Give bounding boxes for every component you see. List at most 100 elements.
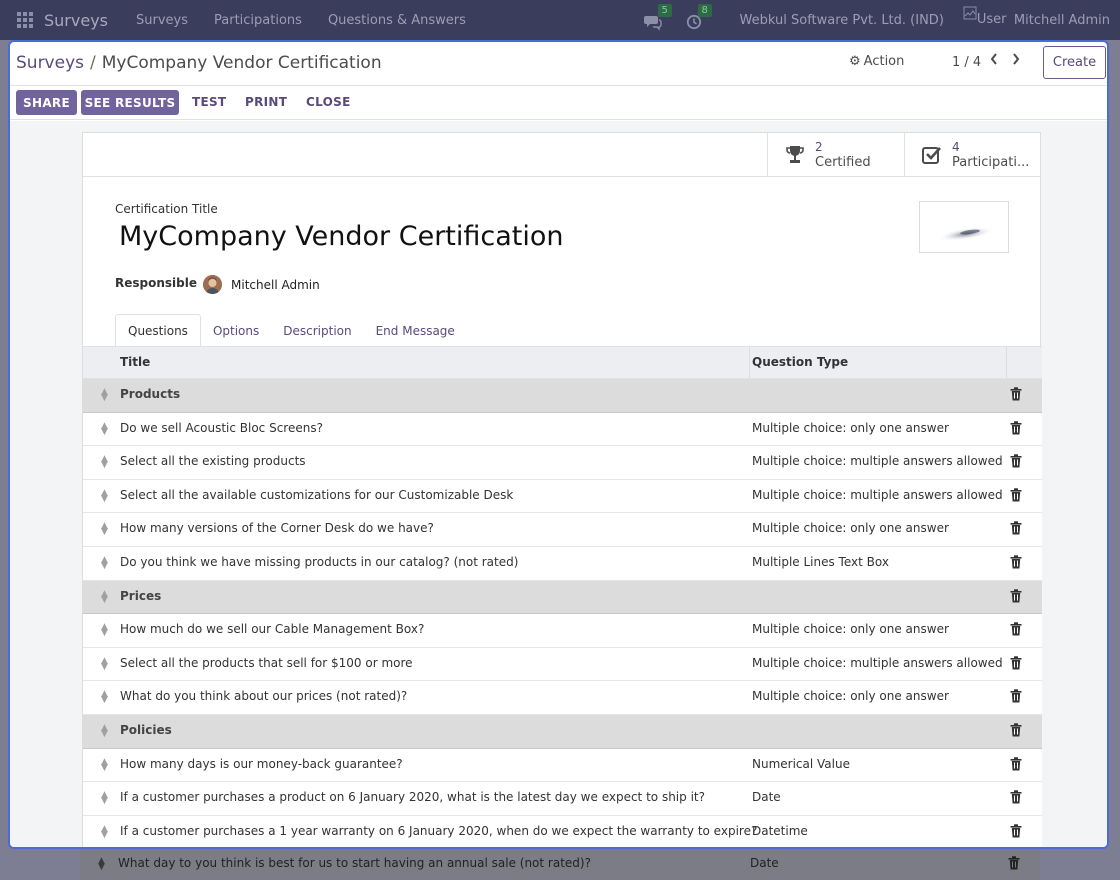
row-question-type: Multiple choice: only one answer: [752, 420, 949, 435]
delete-row-icon[interactable]: [1010, 387, 1022, 401]
create-button[interactable]: Create: [1043, 46, 1106, 79]
question-row[interactable]: ▲ ▼ How many days is our money-back guaran…: [83, 748, 1042, 783]
trophy-icon: [786, 145, 804, 163]
company-switcher[interactable]: Webkul Software Pvt. Ltd. (IND): [740, 13, 944, 28]
menu-surveys[interactable]: Surveys: [136, 13, 188, 28]
top-navbar: Surveys Surveys Participations Questions…: [0, 0, 1120, 40]
column-question-type-header[interactable]: Question Type: [752, 355, 848, 369]
question-row[interactable]: ▲ ▼ Do we sell Acoustic Bloc Screens? Multi…: [83, 412, 1042, 447]
drag-handle-icon[interactable]: ▲ ▼: [100, 488, 109, 503]
test-button[interactable]: TEST: [192, 95, 226, 109]
delete-row-icon[interactable]: [1010, 622, 1022, 636]
menu-participations[interactable]: Participations: [214, 13, 302, 28]
form-sheet: 2 Certified 4 Participati... Certificati…: [82, 132, 1042, 847]
delete-row-icon[interactable]: [1010, 420, 1022, 435]
row-title: Prices: [120, 588, 162, 603]
survey-background-image[interactable]: [919, 201, 1009, 253]
question-row[interactable]: ▲ ▼ Do you think we have missing products …: [83, 546, 1042, 581]
title-field-label: Certification Title: [115, 202, 218, 216]
delete-row-icon[interactable]: [1010, 689, 1022, 703]
form-background: 2 Certified 4 Participati... Certificati…: [10, 121, 1107, 847]
delete-row-icon[interactable]: [1010, 656, 1022, 670]
question-row[interactable]: ▲ ▼ If a customer purchases a product on 6…: [83, 782, 1042, 816]
delete-row-icon[interactable]: [1010, 454, 1022, 468]
delete-row-icon[interactable]: [1010, 723, 1022, 737]
delete-row-icon[interactable]: [1010, 588, 1022, 603]
user-menu-name[interactable]: Mitchell Admin: [1014, 13, 1110, 28]
tab-questions[interactable]: Questions: [115, 314, 201, 347]
column-divider: [1006, 347, 1007, 379]
pager-value[interactable]: 1 / 4: [952, 55, 981, 70]
row-title: If a customer purchases a 1 year warrant…: [120, 823, 758, 838]
certified-stat-button[interactable]: 2 Certified: [767, 133, 904, 176]
question-row[interactable]: ▲ ▼ Select all the available customization…: [83, 479, 1042, 514]
app-brand[interactable]: Surveys: [44, 11, 108, 30]
question-row[interactable]: ▲ ▼ How much do we sell our Cable Manageme…: [83, 614, 1042, 648]
tab-end-message[interactable]: End Message: [364, 314, 467, 347]
responsible-avatar: [203, 275, 222, 294]
print-button[interactable]: PRINT: [245, 95, 287, 109]
drag-handle-icon[interactable]: ▲ ▼: [100, 623, 109, 638]
delete-row-icon[interactable]: [1010, 824, 1022, 838]
participations-count: 4: [952, 139, 960, 154]
drag-handle-icon[interactable]: ▲ ▼: [100, 656, 109, 671]
row-question-type: Multiple choice: only one answer: [752, 521, 949, 536]
form-tabs: Questions Options Description End Messag…: [115, 314, 467, 347]
delete-row-icon[interactable]: [1010, 756, 1022, 771]
participations-label: Participati...: [952, 154, 1030, 170]
question-row[interactable]: ▲ ▼ What do you think about our prices (no…: [83, 681, 1042, 715]
delete-row-icon[interactable]: [1010, 790, 1022, 804]
row-title: How many days is our money-back guarante…: [120, 756, 403, 771]
drag-handle-icon[interactable]: ▲ ▼: [100, 388, 109, 403]
messaging-button[interactable]: 5: [643, 4, 672, 31]
broken-image-icon: [963, 6, 977, 20]
question-row[interactable]: ▲ ▼ Select all the existing products Multip…: [83, 446, 1042, 480]
drag-handle-icon[interactable]: ▲ ▼: [100, 723, 109, 738]
row-question-type: Datetime: [752, 823, 808, 838]
participations-stat-button[interactable]: 4 Participati...: [904, 133, 1041, 176]
question-row[interactable]: ▲ ▼ Select all the products that sell for …: [83, 647, 1042, 682]
drag-handle-icon[interactable]: ▲ ▼: [100, 757, 109, 772]
share-button[interactable]: SHARE: [16, 90, 77, 115]
drag-handle-icon[interactable]: ▲ ▼: [100, 791, 109, 806]
question-row[interactable]: ▲ ▼ How many versions of the Corner Desk d…: [83, 513, 1042, 547]
close-button[interactable]: CLOSE: [306, 95, 351, 109]
app-menu-icon[interactable]: [17, 12, 33, 28]
breadcrumb: Surveys / MyCompany Vendor Certification: [16, 53, 382, 73]
row-title: Select all the products that sell for $1…: [120, 655, 413, 670]
see-results-button[interactable]: SEE RESULTS: [81, 90, 179, 115]
drag-handle-icon[interactable]: ▲ ▼: [100, 589, 109, 604]
survey-title-input[interactable]: MyCompany Vendor Certification: [119, 221, 564, 252]
drag-handle-icon[interactable]: ▲ ▼: [100, 455, 109, 470]
drag-handle-icon[interactable]: ▲ ▼: [100, 690, 109, 705]
delete-row-icon[interactable]: [1010, 555, 1022, 569]
menu-questions-answers[interactable]: Questions & Answers: [328, 13, 466, 28]
row-question-type: Date: [750, 856, 779, 870]
section-row[interactable]: ▲ ▼ Policies: [83, 714, 1042, 749]
row-question-type: Date: [752, 790, 781, 805]
row-title: Products: [120, 387, 181, 401]
drag-handle-icon[interactable]: ▲ ▼: [100, 421, 109, 436]
responsible-field-label: Responsible: [115, 276, 197, 290]
column-title-header[interactable]: Title: [120, 355, 150, 369]
list-header: Title Question Type: [83, 347, 1042, 379]
checkbox-icon: [922, 146, 941, 164]
section-row[interactable]: ▲ ▼ Products: [83, 379, 1042, 413]
activities-button[interactable]: 8: [686, 4, 712, 30]
breadcrumb-surveys-link[interactable]: Surveys: [16, 53, 84, 73]
pager-previous-icon[interactable]: [989, 52, 999, 70]
drag-handle-icon[interactable]: ▲ ▼: [100, 824, 109, 839]
drag-handle-icon[interactable]: ▲ ▼: [100, 555, 109, 570]
delete-row-icon[interactable]: [1010, 521, 1022, 535]
tab-options[interactable]: Options: [201, 314, 271, 347]
responsible-name[interactable]: Mitchell Admin: [231, 278, 320, 292]
section-row[interactable]: ▲ ▼ Prices: [83, 580, 1042, 615]
row-title: What day to you think is best for us to …: [118, 856, 591, 870]
tab-description[interactable]: Description: [271, 314, 363, 347]
drag-handle-icon[interactable]: ▲ ▼: [100, 522, 109, 537]
user-avatar[interactable]: User: [962, 6, 1007, 32]
action-menu-button[interactable]: ⚙ Action: [849, 54, 904, 69]
pager-next-icon[interactable]: [1011, 52, 1021, 70]
question-row[interactable]: ▲ ▼ If a customer purchases a 1 year warra…: [83, 815, 1042, 847]
delete-row-icon[interactable]: [1010, 488, 1022, 502]
